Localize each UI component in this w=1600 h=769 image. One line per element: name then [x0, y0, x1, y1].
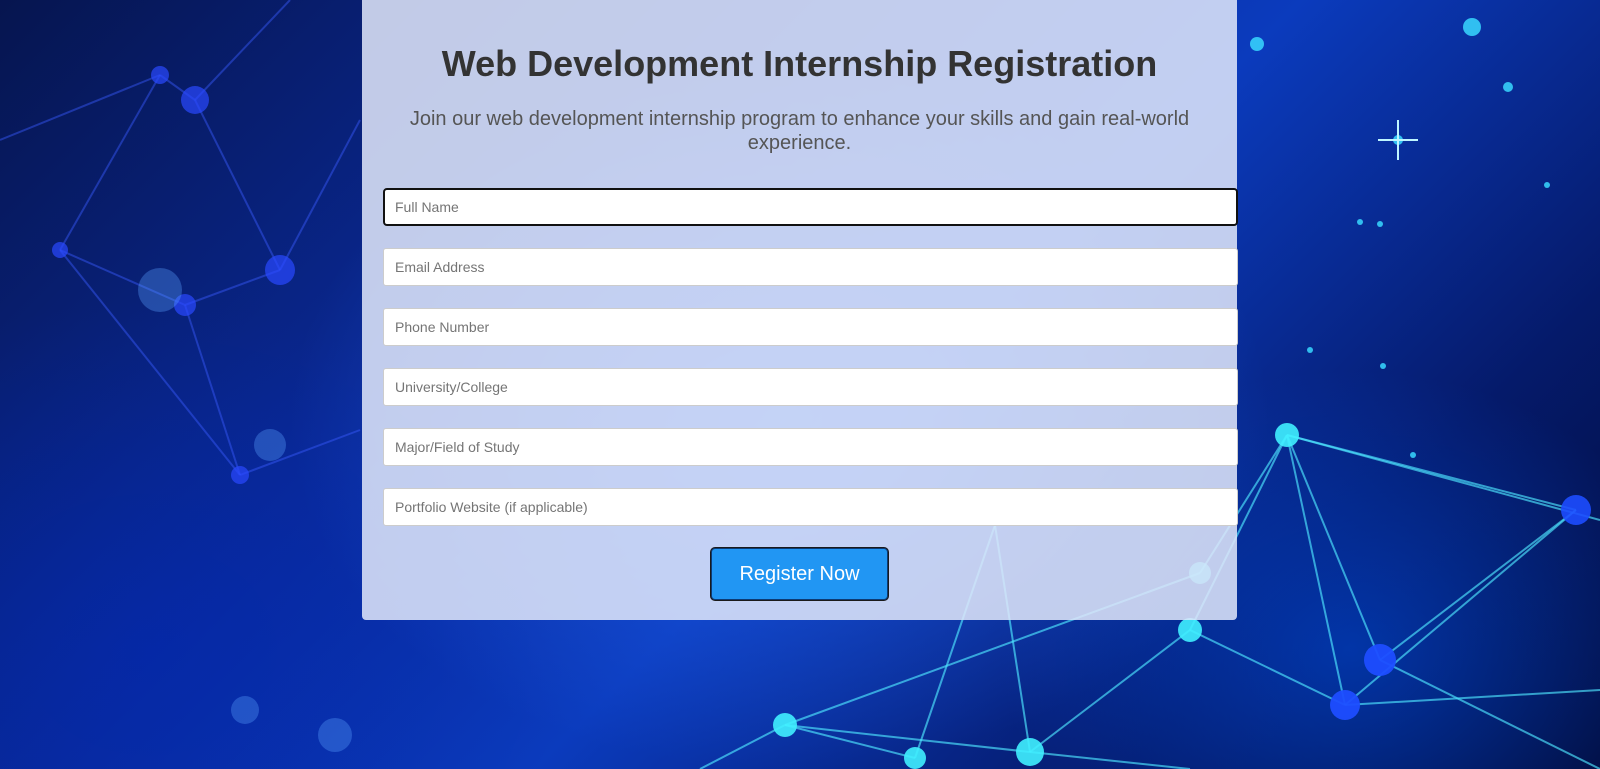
- register-button[interactable]: Register Now: [711, 548, 888, 600]
- email-field[interactable]: [383, 248, 1238, 286]
- major-field[interactable]: [383, 428, 1238, 466]
- phone-number-field[interactable]: [383, 308, 1238, 346]
- form-subtitle: Join our web development internship prog…: [409, 108, 1190, 154]
- form-title: Web Development Internship Registration: [441, 43, 1158, 84]
- full-name-field[interactable]: [383, 188, 1238, 226]
- portfolio-website-field[interactable]: [383, 488, 1238, 526]
- university-field[interactable]: [383, 368, 1238, 406]
- registration-form-card: Web Development Internship Registration …: [362, 0, 1238, 620]
